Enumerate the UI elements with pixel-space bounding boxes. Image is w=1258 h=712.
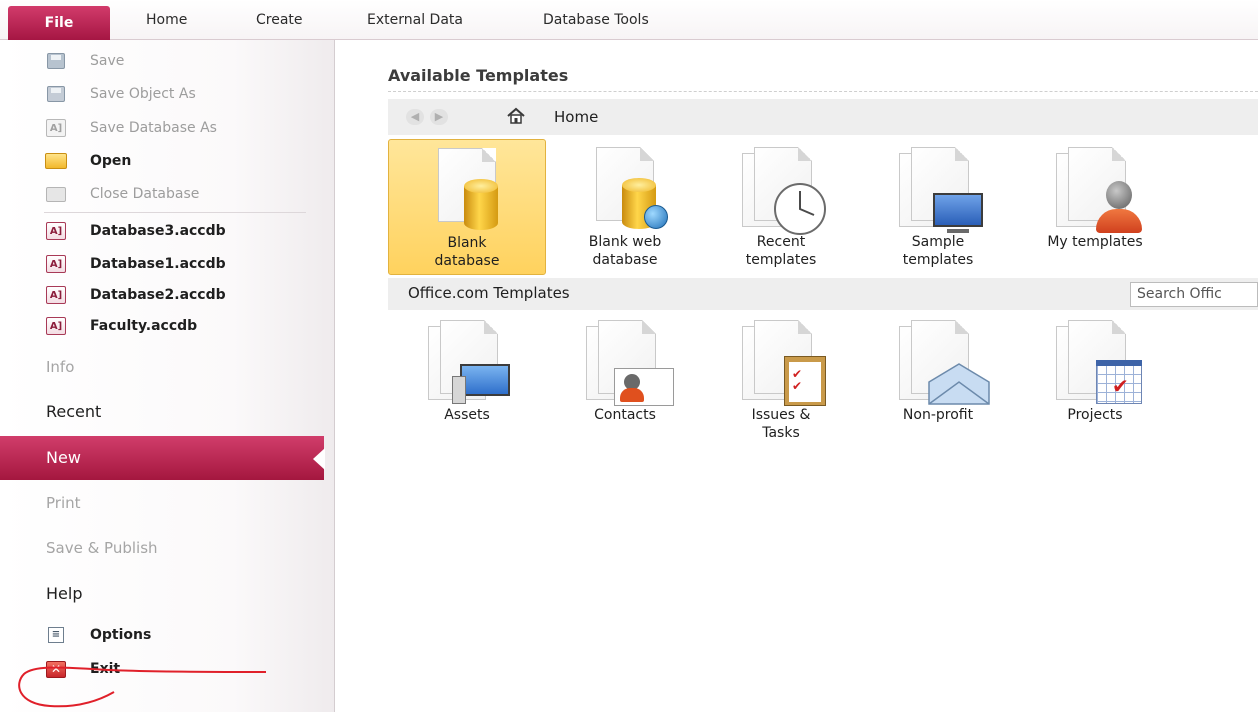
tab-create[interactable]: Create — [256, 12, 303, 28]
exit-icon: ✕ — [44, 659, 68, 679]
home-icon[interactable] — [506, 106, 526, 126]
tab-database-tools[interactable]: Database Tools — [543, 12, 649, 28]
selection-notch — [313, 448, 325, 470]
recent-section[interactable]: Recent — [46, 402, 101, 421]
options-label: Options — [90, 627, 152, 643]
ribbon-tab-bar: File Home Create External Data Database … — [0, 0, 1258, 40]
print-section[interactable]: Print — [46, 494, 81, 512]
template-caption: database — [434, 253, 500, 269]
template-caption: Assets — [444, 407, 490, 423]
access-file-icon: A] — [44, 285, 68, 305]
recent-file-name: Database1.accdb — [90, 256, 226, 272]
recent-file-item[interactable]: A] Faculty.accdb — [44, 313, 197, 339]
save-object-icon — [44, 84, 68, 104]
access-file-icon: A] — [44, 254, 68, 274]
recent-file-item[interactable]: A] Database1.accdb — [44, 251, 226, 277]
blank-web-database-icon — [570, 147, 680, 233]
template-caption: templates — [902, 252, 974, 268]
divider — [44, 212, 306, 213]
person-icon — [1040, 147, 1150, 233]
clock-icon — [726, 147, 836, 235]
recent-file-item[interactable]: A] Database2.accdb — [44, 282, 226, 308]
template-caption: Sample — [911, 234, 965, 250]
sample-monitor-icon — [883, 147, 993, 233]
template-caption: Non-profit — [902, 407, 974, 423]
tab-external-data[interactable]: External Data — [367, 12, 463, 28]
template-projects[interactable]: ✔ Projects — [1016, 312, 1174, 452]
save-publish-section[interactable]: Save & Publish — [46, 539, 158, 557]
exit-label: Exit — [90, 661, 121, 677]
save-object-as-command[interactable]: Save Object As — [44, 81, 196, 107]
template-nav-bar: ◀ ▶ Home — [388, 99, 1258, 135]
new-section-label: New — [46, 448, 81, 467]
help-section[interactable]: Help — [46, 584, 82, 603]
open-label: Open — [90, 153, 132, 169]
backstage-nav-pane: Save Save Object As A] Save Database As … — [0, 40, 335, 712]
template-blank-database[interactable]: Blank database — [388, 139, 546, 275]
close-database-label: Close Database — [90, 186, 200, 202]
options-command[interactable]: ≡ Options — [44, 622, 151, 648]
forward-arrow-icon[interactable]: ▶ — [430, 109, 448, 125]
template-sample-templates[interactable]: Sample templates — [859, 139, 1017, 275]
template-caption: Projects — [1067, 407, 1123, 423]
available-templates-heading: Available Templates — [388, 66, 569, 85]
assets-computer-icon — [412, 320, 522, 406]
heading-rule — [388, 91, 1258, 92]
template-contacts[interactable]: Contacts — [546, 312, 704, 452]
template-recent-templates[interactable]: Recent templates — [702, 139, 860, 275]
template-assets[interactable]: Assets — [388, 312, 546, 452]
access-file-icon: A] — [44, 118, 68, 138]
save-label: Save — [90, 53, 125, 69]
template-caption: Tasks — [762, 425, 800, 441]
envelope-icon — [883, 320, 993, 406]
recent-file-item[interactable]: A] Database3.accdb — [44, 218, 226, 244]
info-section[interactable]: Info — [46, 358, 74, 376]
exit-command[interactable]: ✕ Exit — [44, 656, 120, 682]
blank-database-icon — [412, 148, 522, 234]
open-command[interactable]: Open — [44, 148, 131, 174]
tab-file[interactable]: File — [8, 6, 110, 40]
office-templates-heading: Office.com Templates — [408, 284, 570, 302]
save-database-as-command[interactable]: A] Save Database As — [44, 115, 217, 141]
template-non-profit[interactable]: Non-profit — [859, 312, 1017, 452]
template-caption: Issues & — [751, 407, 811, 423]
options-icon: ≡ — [44, 625, 68, 645]
template-blank-web-database[interactable]: Blank web database — [546, 139, 704, 275]
save-icon — [44, 51, 68, 71]
open-folder-icon — [44, 151, 68, 171]
search-office-input[interactable]: Search Offic — [1130, 282, 1258, 307]
tab-home[interactable]: Home — [146, 12, 187, 28]
access-file-icon: A] — [44, 316, 68, 336]
new-section-selected[interactable]: New — [0, 436, 325, 480]
nav-home-link[interactable]: Home — [554, 108, 598, 126]
template-caption: Blank — [447, 235, 487, 251]
template-caption: Contacts — [594, 407, 656, 423]
template-issues-tasks[interactable]: ✔ ✔ Issues & Tasks — [702, 312, 860, 452]
back-arrow-icon[interactable]: ◀ — [406, 109, 424, 125]
template-caption: database — [592, 252, 658, 268]
save-object-as-label: Save Object As — [90, 86, 196, 102]
recent-file-name: Database2.accdb — [90, 287, 226, 303]
calendar-icon: ✔ — [1040, 320, 1150, 406]
recent-file-name: Faculty.accdb — [90, 318, 198, 334]
save-command[interactable]: Save — [44, 48, 124, 74]
recent-file-name: Database3.accdb — [90, 223, 226, 239]
office-templates-bar: Office.com Templates Search Offic — [388, 278, 1258, 310]
template-my-templates[interactable]: My templates — [1016, 139, 1174, 275]
close-database-command[interactable]: Close Database — [44, 181, 199, 207]
clipboard-checklist-icon: ✔ ✔ — [726, 320, 836, 406]
save-database-as-label: Save Database As — [90, 120, 217, 136]
contacts-card-icon — [570, 320, 680, 406]
template-caption: Blank web — [588, 234, 662, 250]
template-caption: My templates — [1047, 234, 1143, 250]
access-file-icon: A] — [44, 221, 68, 241]
template-caption: templates — [745, 252, 817, 268]
close-folder-icon — [44, 184, 68, 204]
